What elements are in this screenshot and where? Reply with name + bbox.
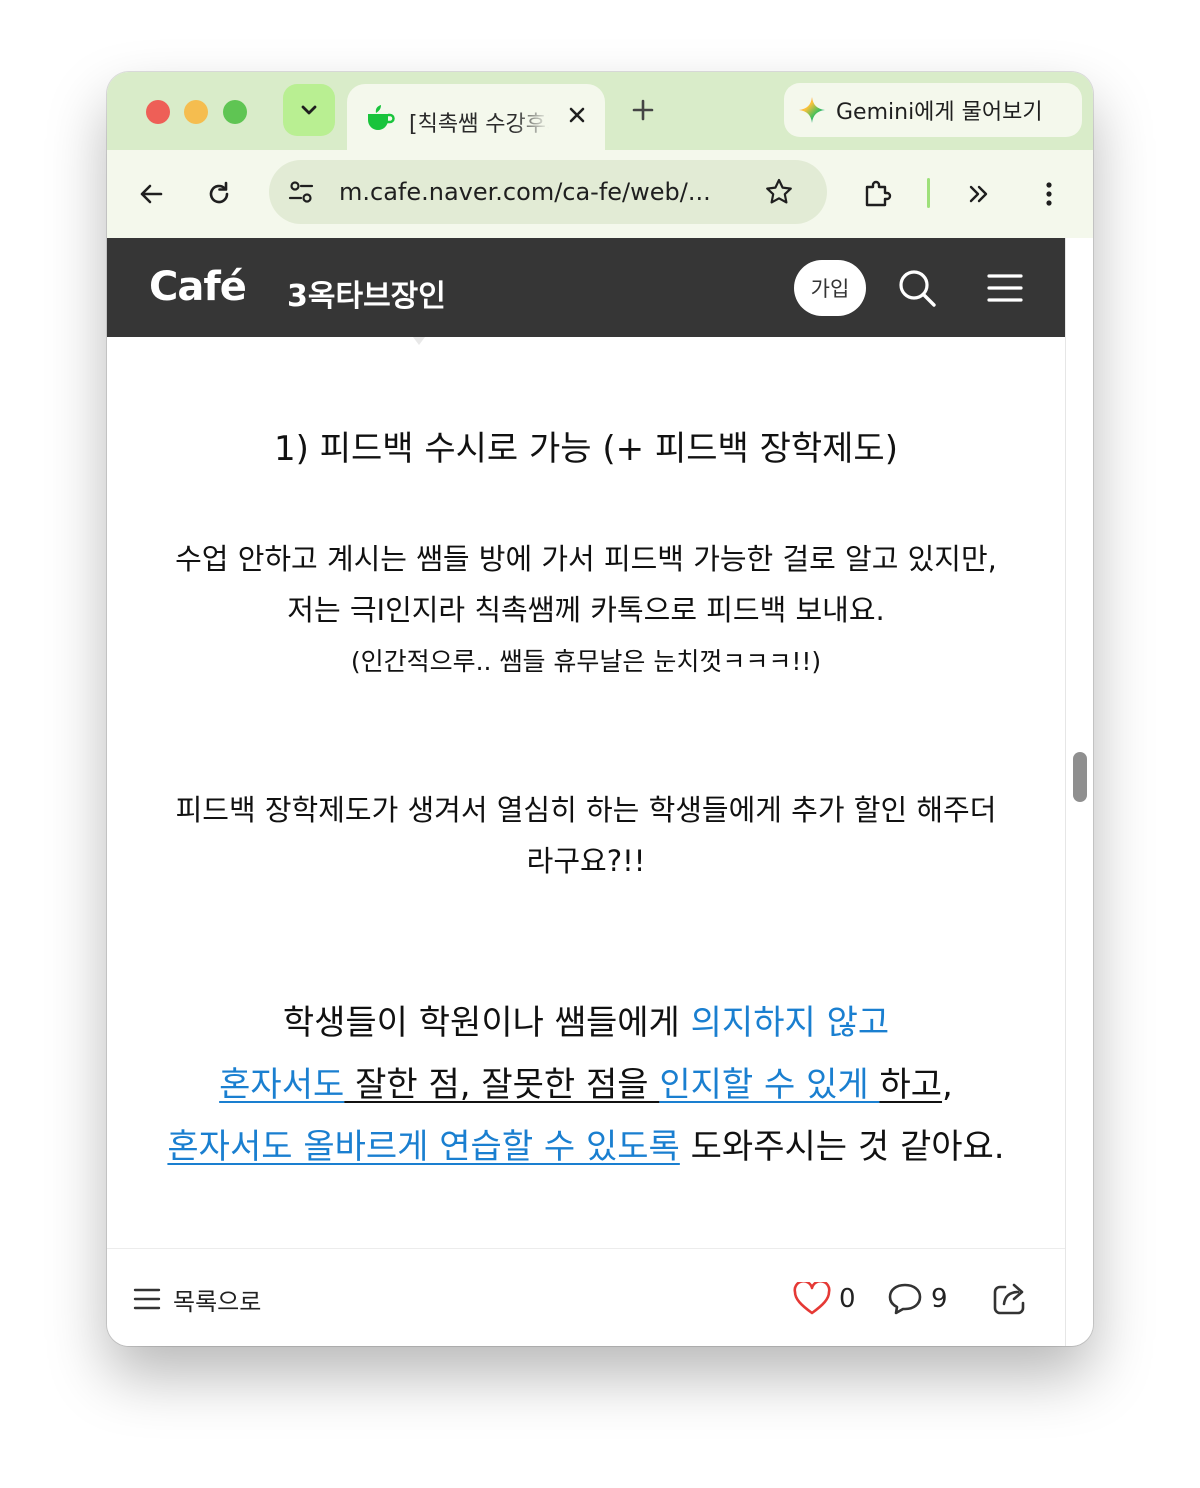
paragraph-1-line-1: 수업 안하고 계시는 쌤들 방에 가서 피드백 가능한 걸로 알고 있지만,: [175, 542, 997, 576]
highlight-line-1: 학생들이 학원이나 쌤들에게 의지하지 않고: [107, 992, 1065, 1054]
close-icon: [569, 107, 585, 123]
underlined-blue-text: 인지할 수 있게: [659, 1065, 880, 1105]
header-notch: [413, 337, 425, 345]
active-tab[interactable]: [칙촉쌤 수강후기]: [347, 84, 605, 150]
tab-strip: [칙촉쌤 수강후기]: [107, 72, 1093, 150]
toolbar-divider: [927, 178, 930, 208]
web-page: Café 3옥타브장인 가입 1) 피드백 수시로 가능 (+ 피드백 장학제도…: [107, 238, 1065, 1346]
paragraph-1-line-2: 저는 극I인지라 칙촉쌤께 카톡으로 피드백 보내요.: [287, 593, 885, 627]
close-window-button[interactable]: [146, 100, 170, 124]
browser-window: [칙촉쌤 수강후기]: [107, 72, 1093, 1346]
underlined-blue-text: 혼자서도 올바르게 연습할 수 있도록: [167, 1127, 680, 1167]
maximize-window-button[interactable]: [223, 100, 247, 124]
highlight-line-2: 혼자서도 잘한 점, 잘못한 점을 인지할 수 있게 하고,: [107, 1054, 1065, 1116]
back-button[interactable]: [131, 174, 171, 214]
cafe-name[interactable]: 3옥타브장인: [287, 271, 446, 315]
underlined-text: 잘한 점, 잘못한 점을: [344, 1065, 660, 1105]
underlined-blue-text: 혼자서도: [219, 1065, 345, 1105]
share-icon: [993, 1283, 1025, 1315]
tune-icon: [288, 181, 314, 203]
gemini-button[interactable]: Gemini에게 물어보기: [784, 83, 1082, 137]
highlight-text: 학생들이 학원이나 쌤들에게: [282, 1003, 691, 1043]
arrow-left-icon: [140, 184, 163, 204]
hamburger-icon: [987, 274, 1023, 302]
like-button[interactable]: 0: [793, 1279, 856, 1319]
chevron-down-icon: [301, 105, 317, 115]
scrollbar-thumb[interactable]: [1073, 752, 1087, 802]
tab-title: [칙촉쌤 수강후기]: [409, 112, 549, 137]
tab-close-button[interactable]: [563, 101, 591, 129]
browser-menu-button[interactable]: [1029, 174, 1069, 214]
comment-icon: [888, 1283, 922, 1315]
scrollbar-track[interactable]: [1065, 238, 1093, 1346]
star-icon: [766, 178, 792, 204]
extensions-button[interactable]: [858, 174, 898, 214]
cafe-favicon-icon: [365, 104, 395, 136]
search-button[interactable]: [897, 268, 937, 308]
highlight-blue-text: 의지하지 않고: [690, 1003, 890, 1043]
highlight-text: ,: [942, 1065, 953, 1105]
paragraph-2-line-1: 피드백 장학제도가 생겨서 열심히 하는 학생들에게 추가 할인 해주더: [175, 793, 997, 827]
article-footer: 목록으로 0 9: [107, 1249, 1065, 1346]
paragraph-2-line-2: 라구요?!!: [526, 844, 646, 878]
cafe-header: Café 3옥타브장인 가입: [107, 238, 1065, 337]
list-icon: [133, 1288, 161, 1310]
site-settings-button[interactable]: [283, 174, 319, 210]
kebab-menu-icon: [1046, 182, 1052, 206]
paragraph-2: 피드백 장학제도가 생겨서 열심히 하는 학생들에게 추가 할인 해주더 라구요…: [107, 785, 1065, 887]
join-button[interactable]: 가입: [794, 260, 866, 316]
more-tools-button[interactable]: [959, 174, 999, 214]
bookmark-button[interactable]: [761, 174, 797, 210]
highlight-text: 도와주시는 것 같아요.: [679, 1127, 1005, 1167]
hamburger-menu-button[interactable]: [985, 268, 1025, 308]
share-button[interactable]: [989, 1277, 1031, 1319]
highlight-paragraph: 학생들이 학원이나 쌤들에게 의지하지 않고 혼자서도 잘한 점, 잘못한 점을…: [107, 992, 1065, 1178]
comment-count: 9: [931, 1284, 948, 1314]
puzzle-icon: [865, 180, 892, 207]
highlight-line-3: 혼자서도 올바르게 연습할 수 있도록 도와주시는 것 같아요.: [107, 1116, 1065, 1178]
paragraph-1-line-3: (인간적으루.. 쌤들 휴무날은 눈치껏ㅋㅋㅋ!!): [350, 647, 822, 676]
plus-icon: [632, 99, 654, 121]
back-to-list-label: 목록으로: [173, 1287, 262, 1316]
reload-button[interactable]: [199, 174, 239, 214]
new-tab-button[interactable]: [627, 94, 659, 126]
underlined-text: 하고: [879, 1065, 943, 1105]
back-to-list-button[interactable]: 목록으로: [133, 1279, 261, 1319]
section-heading: 1) 피드백 수시로 가능 (+ 피드백 장학제도): [274, 429, 898, 469]
gemini-sparkle-icon: [798, 96, 826, 124]
double-chevron-right-icon: [969, 185, 988, 203]
minimize-window-button[interactable]: [184, 100, 208, 124]
address-bar[interactable]: m.cafe.naver.com/ca-fe/web/...: [269, 160, 827, 224]
like-count: 0: [839, 1284, 856, 1314]
search-icon: [899, 270, 936, 307]
tab-search-button[interactable]: [283, 84, 335, 136]
gemini-label: Gemini에게 물어보기: [836, 100, 1043, 125]
comment-button[interactable]: 9: [887, 1279, 948, 1319]
heart-icon: [793, 1282, 831, 1315]
paragraph-1: 수업 안하고 계시는 쌤들 방에 가서 피드백 가능한 걸로 알고 있지만, 저…: [107, 534, 1065, 687]
browser-toolbar: m.cafe.naver.com/ca-fe/web/...: [107, 150, 1093, 238]
cafe-logo[interactable]: Café: [149, 264, 247, 310]
url-text[interactable]: m.cafe.naver.com/ca-fe/web/...: [339, 178, 739, 206]
reload-icon: [209, 181, 229, 204]
